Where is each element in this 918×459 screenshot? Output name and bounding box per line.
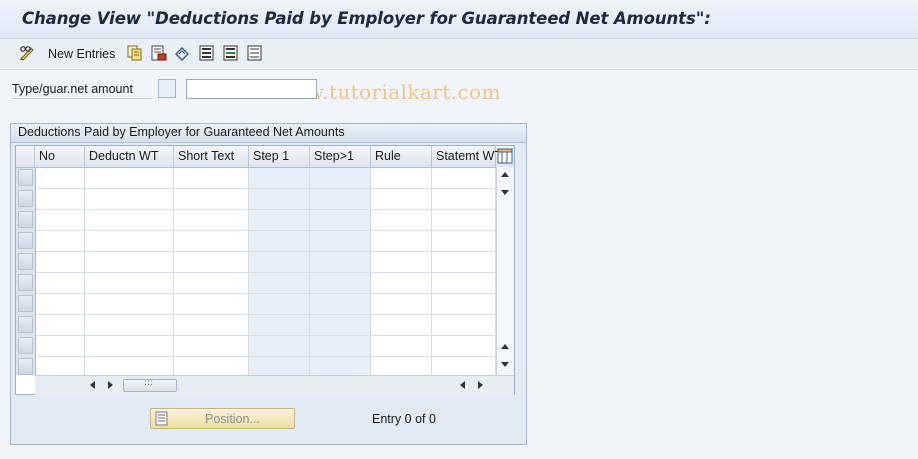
row-selector[interactable] — [18, 253, 33, 270]
position-button[interactable]: Position... — [150, 408, 295, 429]
row-selector[interactable] — [18, 337, 33, 354]
select-block-button[interactable] — [223, 44, 239, 64]
row-divider — [35, 272, 496, 273]
grip-icon: ::: — [144, 378, 154, 388]
column-step-1-cells — [249, 167, 310, 375]
new-entries-button[interactable]: New Entries — [42, 44, 115, 64]
column-header-short-text[interactable]: Short Text — [174, 146, 249, 167]
scroll-up-icon[interactable] — [501, 172, 509, 177]
row-selector[interactable] — [18, 358, 33, 375]
scroll-left-icon[interactable] — [90, 381, 95, 389]
row-selector[interactable] — [18, 169, 33, 186]
entry-counter: Entry 0 of 0 — [372, 412, 436, 426]
row-selector-column — [16, 167, 36, 375]
deselect-all-icon — [247, 45, 263, 64]
column-statemt-wt-cells — [432, 167, 496, 375]
column-header-statemt-wt[interactable]: Statemt WT — [432, 146, 502, 167]
column-header-deductn-wt[interactable]: Deductn WT — [85, 146, 174, 167]
select-all-icon — [199, 45, 215, 64]
group-title-bar: Deductions Paid by Employer for Guarante… — [11, 124, 526, 143]
row-divider — [35, 188, 496, 189]
copy-as-button[interactable] — [127, 44, 143, 64]
row-divider — [35, 209, 496, 210]
column-header-step-gt-1[interactable]: Step>1 — [310, 146, 371, 167]
scroll-page-up-icon[interactable] — [501, 344, 509, 349]
row-divider — [35, 356, 496, 357]
select-block-icon — [223, 45, 239, 64]
title-bar: Change View "Deductions Paid by Employer… — [0, 0, 918, 39]
column-no-cells — [35, 167, 85, 375]
row-selector[interactable] — [18, 274, 33, 291]
delete-button[interactable] — [151, 44, 167, 64]
group-title: Deductions Paid by Employer for Guarante… — [18, 125, 345, 139]
new-entries-label: New Entries — [48, 47, 116, 61]
row-divider — [35, 314, 496, 315]
scroll-down-icon[interactable] — [501, 190, 509, 195]
row-selector[interactable] — [18, 211, 33, 228]
row-divider — [35, 335, 496, 336]
undo-icon — [174, 45, 190, 64]
row-divider — [35, 230, 496, 231]
scroll-far-left-icon[interactable] — [460, 381, 465, 389]
column-deductn-wt-cells — [85, 167, 174, 375]
pencil-glasses-icon — [18, 45, 36, 64]
position-icon — [155, 411, 169, 429]
scroll-page-down-icon[interactable] — [501, 362, 509, 367]
column-short-text-cells — [174, 167, 249, 375]
page-title: Change View "Deductions Paid by Employer… — [22, 9, 711, 28]
select-all-rows-button[interactable] — [16, 146, 35, 167]
select-all-button[interactable] — [199, 44, 215, 64]
table-settings-button[interactable] — [496, 146, 514, 167]
table-header: No Deductn WT Short Text Step 1 Step>1 R… — [16, 146, 514, 168]
delete-icon — [151, 45, 167, 64]
row-selector[interactable] — [18, 316, 33, 333]
column-header-no[interactable]: No — [35, 146, 85, 167]
horizontal-scroll-thumb[interactable]: ::: — [123, 378, 177, 392]
undo-change-button[interactable] — [174, 44, 190, 64]
row-selector[interactable] — [18, 190, 33, 207]
column-header-step-1[interactable]: Step 1 — [249, 146, 310, 167]
type-guar-net-amount-input[interactable] — [186, 79, 317, 99]
type-guar-net-amount-label: Type/guar.net amount — [12, 80, 152, 99]
column-step-gt-1-cells — [310, 167, 371, 375]
row-divider — [35, 251, 496, 252]
deductions-table[interactable]: No Deductn WT Short Text Step 1 Step>1 R… — [15, 145, 515, 395]
horizontal-scrollbar[interactable]: ::: — [35, 375, 514, 395]
display-change-button[interactable] — [18, 44, 36, 64]
deselect-all-button[interactable] — [247, 44, 263, 64]
vertical-scrollbar[interactable] — [496, 167, 514, 375]
scroll-far-right-icon[interactable] — [478, 381, 483, 389]
row-selector[interactable] — [18, 232, 33, 249]
row-divider — [35, 293, 496, 294]
application-toolbar: New Entries www.tutorialkart.com — [0, 39, 918, 104]
position-label: Position... — [205, 412, 260, 426]
column-header-rule[interactable]: Rule — [371, 146, 432, 167]
row-selector[interactable] — [18, 295, 33, 312]
column-rule-cells — [371, 167, 432, 375]
scroll-right-icon[interactable] — [108, 381, 113, 389]
copy-icon — [127, 45, 143, 64]
type-guar-net-amount-checkbox[interactable] — [158, 79, 176, 98]
